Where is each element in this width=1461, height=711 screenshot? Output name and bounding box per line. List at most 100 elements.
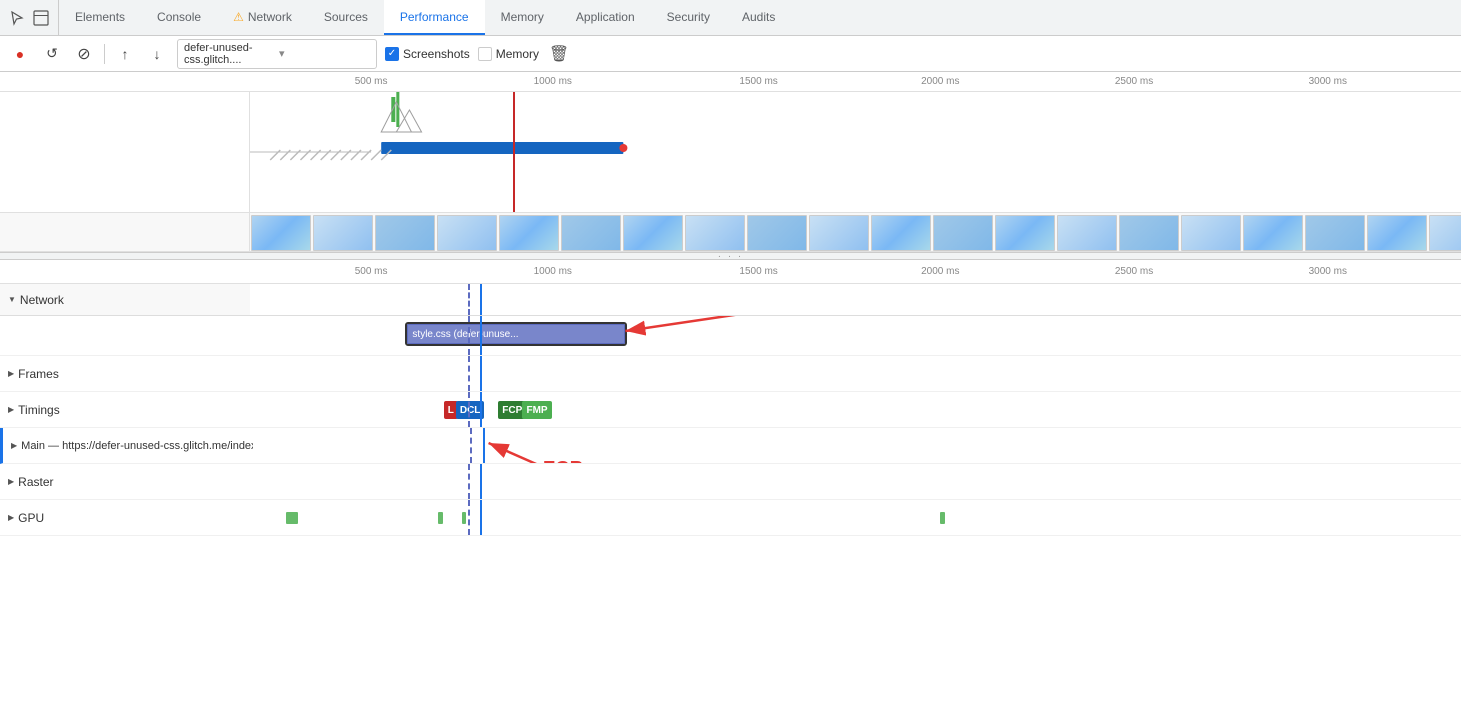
dashed-vline-1 xyxy=(468,284,470,315)
chevron-down-icon: ▾ xyxy=(279,47,370,60)
b-ruler-1000ms: 1000 ms xyxy=(534,266,572,277)
bottom-ruler: 500 ms 1000 ms 1500 ms 2000 ms 2500 ms 3… xyxy=(0,260,1461,284)
screenshot-20 xyxy=(1429,215,1461,251)
separator-1 xyxy=(104,44,105,64)
screenshot-9 xyxy=(747,215,807,251)
timings-blue xyxy=(480,392,482,427)
memory-checkbox[interactable]: Memory xyxy=(478,47,539,61)
delete-button[interactable]: 🗑 xyxy=(547,42,571,66)
gpu-bar-1 xyxy=(286,512,298,524)
main-content: FCP xyxy=(253,428,1461,463)
ruler-500ms: 500 ms xyxy=(355,76,388,87)
screenshot-8 xyxy=(685,215,745,251)
devtools-icons xyxy=(0,0,59,35)
frames-dashed xyxy=(468,356,470,391)
frames-arrow-icon[interactable]: ▶ xyxy=(8,369,14,378)
raster-content xyxy=(250,464,1461,499)
tab-elements[interactable]: Elements xyxy=(59,0,141,35)
timings-dashed xyxy=(468,392,470,427)
blue-vline-fcp xyxy=(480,284,482,315)
screenshot-14 xyxy=(1057,215,1117,251)
screenshot-10 xyxy=(809,215,869,251)
b-ruler-1500ms: 1500 ms xyxy=(739,266,777,277)
tab-audits[interactable]: Audits xyxy=(726,0,791,35)
network-label: ▼ Network xyxy=(0,293,250,307)
raster-arrow-icon[interactable]: ▶ xyxy=(8,477,14,486)
url-selector[interactable]: defer-unused-css.glitch.... ▾ xyxy=(177,39,377,69)
reload-button[interactable]: ↺ xyxy=(40,42,64,66)
css-blue-vline xyxy=(480,316,482,355)
tab-network[interactable]: ⚠ Network xyxy=(217,0,308,35)
screenshot-2 xyxy=(313,215,373,251)
screenshot-5 xyxy=(499,215,559,251)
raster-label: ▶ Raster xyxy=(0,475,250,489)
network-content xyxy=(250,284,1461,315)
tab-sources[interactable]: Sources xyxy=(308,0,384,35)
raster-dashed xyxy=(468,464,470,499)
main-dashed xyxy=(470,428,472,463)
tab-performance[interactable]: Performance xyxy=(384,0,485,35)
screenshot-16 xyxy=(1181,215,1241,251)
cursor-icon[interactable] xyxy=(8,9,26,27)
gpu-label: ▶ GPU xyxy=(0,511,250,525)
b-ruler-500ms: 500 ms xyxy=(355,266,388,277)
screenshot-15 xyxy=(1119,215,1179,251)
gpu-lane: ▶ GPU xyxy=(0,500,1461,536)
bottom-ruler-labels: 500 ms 1000 ms 1500 ms 2000 ms 2500 ms 3… xyxy=(250,260,1461,283)
frames-label: ▶ Frames xyxy=(0,367,250,381)
badge-fmp[interactable]: FMP xyxy=(522,401,551,419)
screenshot-11 xyxy=(871,215,931,251)
fcp-annotation-arrow xyxy=(253,428,1461,463)
main-area: 500 ms 1000 ms 1500 ms 2000 ms 2500 ms 3… xyxy=(0,72,1461,711)
css-resource-block[interactable]: style.css (defer-unuse... xyxy=(407,324,625,344)
screenshot-7 xyxy=(623,215,683,251)
b-ruler-2000ms: 2000 ms xyxy=(921,266,959,277)
raster-lane: ▶ Raster xyxy=(0,464,1461,500)
main-label: ▶ Main — https://defer-unused-css.glitch… xyxy=(3,440,253,452)
tab-application[interactable]: Application xyxy=(560,0,651,35)
timings-content: L DCL FCP FMP xyxy=(250,392,1461,427)
main-arrow-icon[interactable]: ▶ xyxy=(11,441,17,450)
main-blue xyxy=(483,428,485,463)
ruler-2000ms: 2000 ms xyxy=(921,76,959,87)
screenshot-18 xyxy=(1305,215,1365,251)
frames-content xyxy=(250,356,1461,391)
clear-button[interactable]: ⊘ xyxy=(72,42,96,66)
screenshot-12 xyxy=(933,215,993,251)
memory-checkbox-box[interactable] xyxy=(478,47,492,61)
tab-memory[interactable]: Memory xyxy=(485,0,560,35)
tab-security[interactable]: Security xyxy=(651,0,726,35)
network-arrow-icon[interactable]: ▼ xyxy=(8,295,16,304)
ruler-2500ms: 2500 ms xyxy=(1115,76,1153,87)
screenshot-4 xyxy=(437,215,497,251)
network-section-header: ▼ Network xyxy=(0,284,1461,316)
chart-left-margin xyxy=(0,92,250,212)
ruler-labels: 500 ms 1000 ms 1500 ms 2000 ms 2500 ms 3… xyxy=(250,72,1461,91)
screenshot-3 xyxy=(375,215,435,251)
ruler-3000ms: 3000 ms xyxy=(1309,76,1347,87)
timings-lane: ▶ Timings L DCL FCP xyxy=(0,392,1461,428)
download-button[interactable]: ↓ xyxy=(145,42,169,66)
screenshot-6 xyxy=(561,215,621,251)
screenshots-checkbox-box[interactable]: ✓ xyxy=(385,47,399,61)
gpu-bar-3 xyxy=(462,512,466,524)
screenshots-checkbox[interactable]: ✓ Screenshots xyxy=(385,47,470,61)
top-ruler: 500 ms 1000 ms 1500 ms 2000 ms 2500 ms 3… xyxy=(0,72,1461,92)
gpu-content xyxy=(250,500,1461,535)
tab-bar: Elements Console ⚠ Network Sources Perfo… xyxy=(0,0,1461,36)
dock-icon[interactable] xyxy=(32,9,50,27)
red-line-marker xyxy=(513,92,515,212)
gpu-arrow-icon[interactable]: ▶ xyxy=(8,513,14,522)
resize-handle[interactable]: · · · xyxy=(0,252,1461,260)
screenshot-13 xyxy=(995,215,1055,251)
fcp-text-annotation: FCP xyxy=(543,458,583,463)
screenshots-strip xyxy=(0,212,1461,252)
b-ruler-2500ms: 2500 ms xyxy=(1115,266,1153,277)
tab-console[interactable]: Console xyxy=(141,0,217,35)
upload-button[interactable]: ↑ xyxy=(113,42,137,66)
record-stop-button[interactable]: ● xyxy=(8,42,32,66)
network-css-content: style.css (defer-unuse... CSS fin xyxy=(250,316,1461,355)
frames-lane: ▶ Frames xyxy=(0,356,1461,392)
ruler-1500ms: 1500 ms xyxy=(739,76,777,87)
timings-arrow-icon[interactable]: ▶ xyxy=(8,405,14,414)
